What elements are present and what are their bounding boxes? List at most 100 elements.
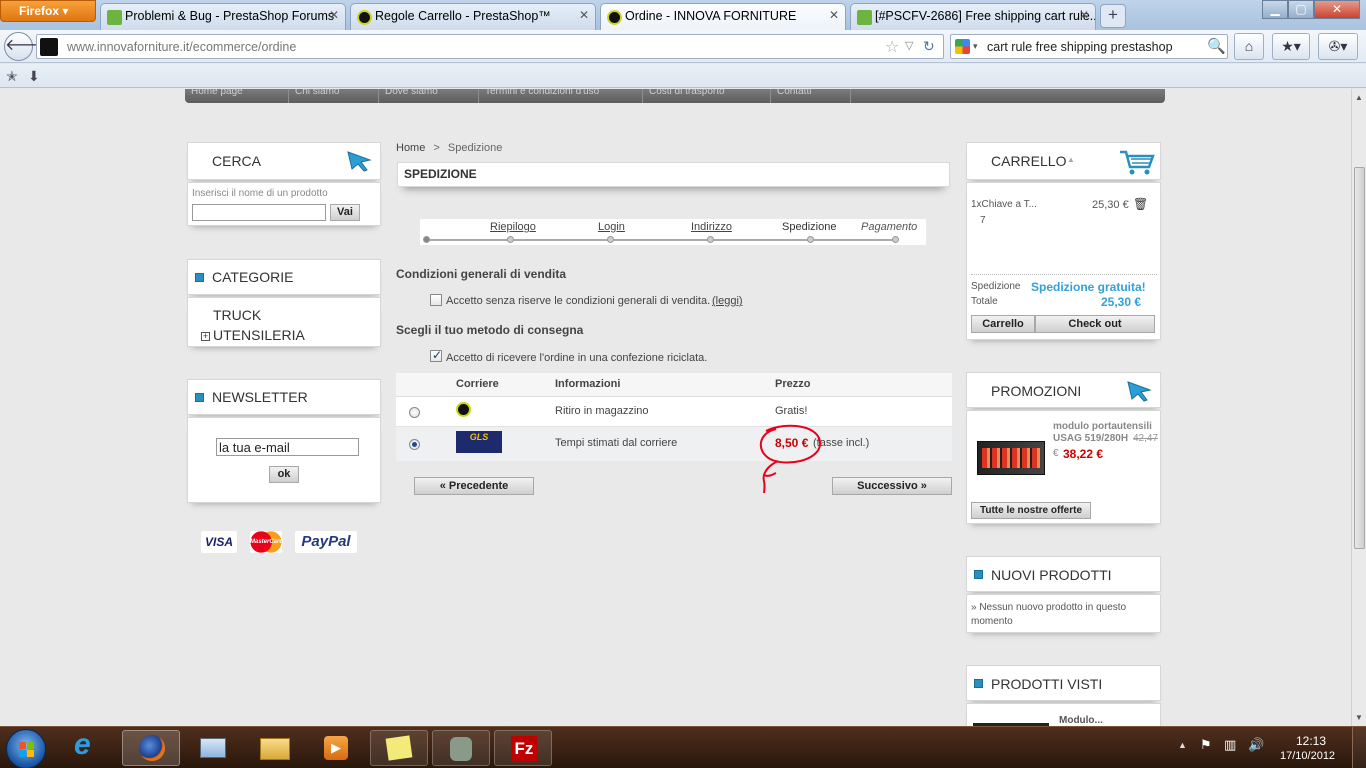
tab-regole-carrello[interactable]: Regole Carrello - PrestaShop™ ✕: [350, 3, 596, 30]
carrier-radio-selected[interactable]: [409, 439, 420, 450]
google-icon[interactable]: [955, 39, 970, 54]
step-riepilogo-link[interactable]: Riepilogo: [490, 221, 536, 233]
scroll-thumb[interactable]: [1354, 167, 1365, 549]
firefox-menu-label: Firefox: [19, 4, 60, 18]
viewed-products-block: Modulo...: [966, 703, 1161, 726]
promotions-block: modulo portautensili USAG 519/280H 42,47…: [966, 410, 1161, 524]
home-button[interactable]: ⌂: [1234, 33, 1264, 60]
promo-product-image[interactable]: [977, 441, 1045, 475]
square-bullet-icon: [974, 570, 983, 579]
page-scrollbar[interactable]: ▲ ▼: [1351, 89, 1366, 726]
nav-contatti[interactable]: Contatti: [771, 89, 851, 103]
url-history-dropdown-icon[interactable]: ▽: [905, 39, 913, 52]
collapse-icon[interactable]: ▲: [1067, 155, 1075, 164]
expand-icon[interactable]: +: [201, 332, 210, 341]
product-search-input[interactable]: [192, 204, 326, 221]
carrier-row[interactable]: Ritiro in magazzino Gratis!: [396, 397, 952, 427]
url-path: /ecommerce/ordine: [189, 40, 297, 54]
addon-button[interactable]: ✇▾: [1318, 33, 1358, 60]
carrier-radio[interactable]: [409, 407, 420, 418]
close-tab-icon[interactable]: ✕: [1079, 8, 1089, 22]
clock-time[interactable]: 12:13: [1296, 734, 1326, 748]
viewed-product-name[interactable]: Modulo...: [1059, 715, 1103, 726]
carrier-row[interactable]: GLS Tempi stimati dal corriere 8,50 € (t…: [396, 427, 952, 461]
next-button[interactable]: Successivo »: [832, 477, 952, 495]
terms-checkbox[interactable]: [430, 294, 442, 306]
reload-icon[interactable]: ↻: [923, 38, 935, 55]
new-products-header: NUOVI PRODOTTI: [966, 556, 1161, 592]
clock-date[interactable]: 17/10/2012: [1280, 750, 1335, 762]
breadcrumb-home-link[interactable]: Home: [396, 142, 425, 154]
terms-read-link[interactable]: (leggi): [712, 295, 743, 307]
download-arrow-icon[interactable]: ⬇: [28, 68, 40, 85]
newsletter-block: la tua e-mail ok: [187, 417, 381, 503]
newsletter-ok-button[interactable]: ok: [269, 466, 299, 483]
tray-expand-icon[interactable]: ▲: [1178, 740, 1187, 750]
step-dot: [892, 236, 899, 243]
search-go-button[interactable]: Vai: [330, 204, 360, 221]
trash-icon[interactable]: 🗑: [1133, 197, 1148, 211]
scroll-up-arrow-icon[interactable]: ▲: [1355, 93, 1363, 102]
step-pagamento: Pagamento: [861, 221, 918, 233]
nav-home[interactable]: Home page: [185, 89, 289, 103]
tab-title: [#PSCFV-2686] Free shipping cart rule...: [875, 9, 1096, 23]
search-bar[interactable]: ▾ cart rule free shipping prestashop 🔍: [950, 34, 1228, 59]
close-tab-icon[interactable]: ✕: [829, 8, 839, 22]
checkout-button[interactable]: Check out: [1035, 315, 1155, 333]
cart-item-name[interactable]: 1xChiave a T...: [971, 199, 1037, 210]
step-indirizzo-link[interactable]: Indirizzo: [691, 221, 732, 233]
newsletter-email-input[interactable]: la tua e-mail: [216, 438, 359, 456]
page-title: SPEDIZIONE: [404, 167, 477, 181]
action-center-flag-icon[interactable]: ⚑: [1200, 737, 1212, 753]
search-engine-dropdown-icon[interactable]: ▾: [973, 41, 978, 52]
bookmark-star-icon[interactable]: ✭: [6, 68, 18, 85]
new-tab-button[interactable]: +: [1100, 4, 1126, 28]
nav-costi-trasporto[interactable]: Costi di trasporto: [643, 89, 771, 103]
media-icon[interactable]: ▶: [308, 730, 366, 766]
folder-icon[interactable]: [246, 730, 304, 766]
windows-start-button[interactable]: [6, 729, 46, 768]
tab-title: Ordine - INNOVA FORNITURE: [625, 9, 797, 23]
category-utensileria-link[interactable]: UTENSILERIA: [213, 327, 305, 343]
search-input-value[interactable]: cart rule free shipping prestashop: [987, 40, 1173, 54]
tab-prestashop-forums[interactable]: Problemi & Bug - PrestaShop Forums ✕: [100, 3, 346, 30]
carrier-table-header: Corriere Informazioni Prezzo: [396, 373, 952, 397]
viewed-products-header: PRODOTTI VISTI: [966, 665, 1161, 701]
web-page: Home page Chi siamo Dove siamo Termini e…: [0, 89, 1351, 726]
nav-termini[interactable]: Termini e condizioni d'uso: [479, 89, 643, 103]
recycle-checkbox[interactable]: [430, 348, 442, 362]
sticky-notes-icon[interactable]: [370, 730, 428, 766]
minimize-window-button[interactable]: ▁: [1262, 0, 1288, 19]
firefox-menu-button[interactable]: Firefox ▾: [0, 0, 96, 22]
tab-ordine-innova[interactable]: Ordine - INNOVA FORNITURE ✕: [600, 3, 846, 30]
volume-icon[interactable]: 🔊: [1248, 737, 1264, 753]
cart-view-button[interactable]: Carrello: [971, 315, 1035, 333]
nav-chi-siamo[interactable]: Chi siamo: [289, 89, 379, 103]
explorer-icon[interactable]: [184, 730, 242, 766]
bookmark-star-icon[interactable]: ☆: [885, 37, 899, 57]
back-button[interactable]: 🡐: [4, 32, 48, 61]
close-tab-icon[interactable]: ✕: [329, 8, 339, 22]
nav-dove-siamo[interactable]: Dove siamo: [379, 89, 479, 103]
step-login-link[interactable]: Login: [598, 221, 625, 233]
innova-icon: [607, 10, 622, 25]
search-icon[interactable]: 🔍: [1207, 37, 1226, 55]
network-icon[interactable]: ▥: [1224, 737, 1236, 753]
close-window-button[interactable]: ✕: [1314, 0, 1360, 19]
show-desktop-button[interactable]: [1352, 727, 1366, 768]
all-offers-button[interactable]: Tutte le nostre offerte: [971, 502, 1091, 519]
bookmarks-menu-button[interactable]: ★▾: [1272, 33, 1310, 60]
close-tab-icon[interactable]: ✕: [579, 8, 589, 22]
previous-button[interactable]: « Precedente: [414, 477, 534, 495]
viewed-products-title: PRODOTTI VISTI: [991, 676, 1103, 692]
firefox-icon[interactable]: [122, 730, 180, 766]
address-bar[interactable]: www.innovaforniture.it/ecommerce/ordine …: [36, 34, 944, 59]
filezilla-icon[interactable]: Fz: [494, 730, 552, 766]
scroll-down-arrow-icon[interactable]: ▼: [1355, 713, 1363, 722]
evernote-icon[interactable]: [432, 730, 490, 766]
promo-old-price: 42,47: [1133, 433, 1159, 444]
ie-icon[interactable]: e: [60, 728, 118, 766]
maximize-window-button[interactable]: ▢: [1288, 0, 1314, 19]
category-truck-link[interactable]: TRUCK: [213, 307, 261, 323]
tab-pscfv-2686[interactable]: [#PSCFV-2686] Free shipping cart rule...…: [850, 3, 1096, 30]
